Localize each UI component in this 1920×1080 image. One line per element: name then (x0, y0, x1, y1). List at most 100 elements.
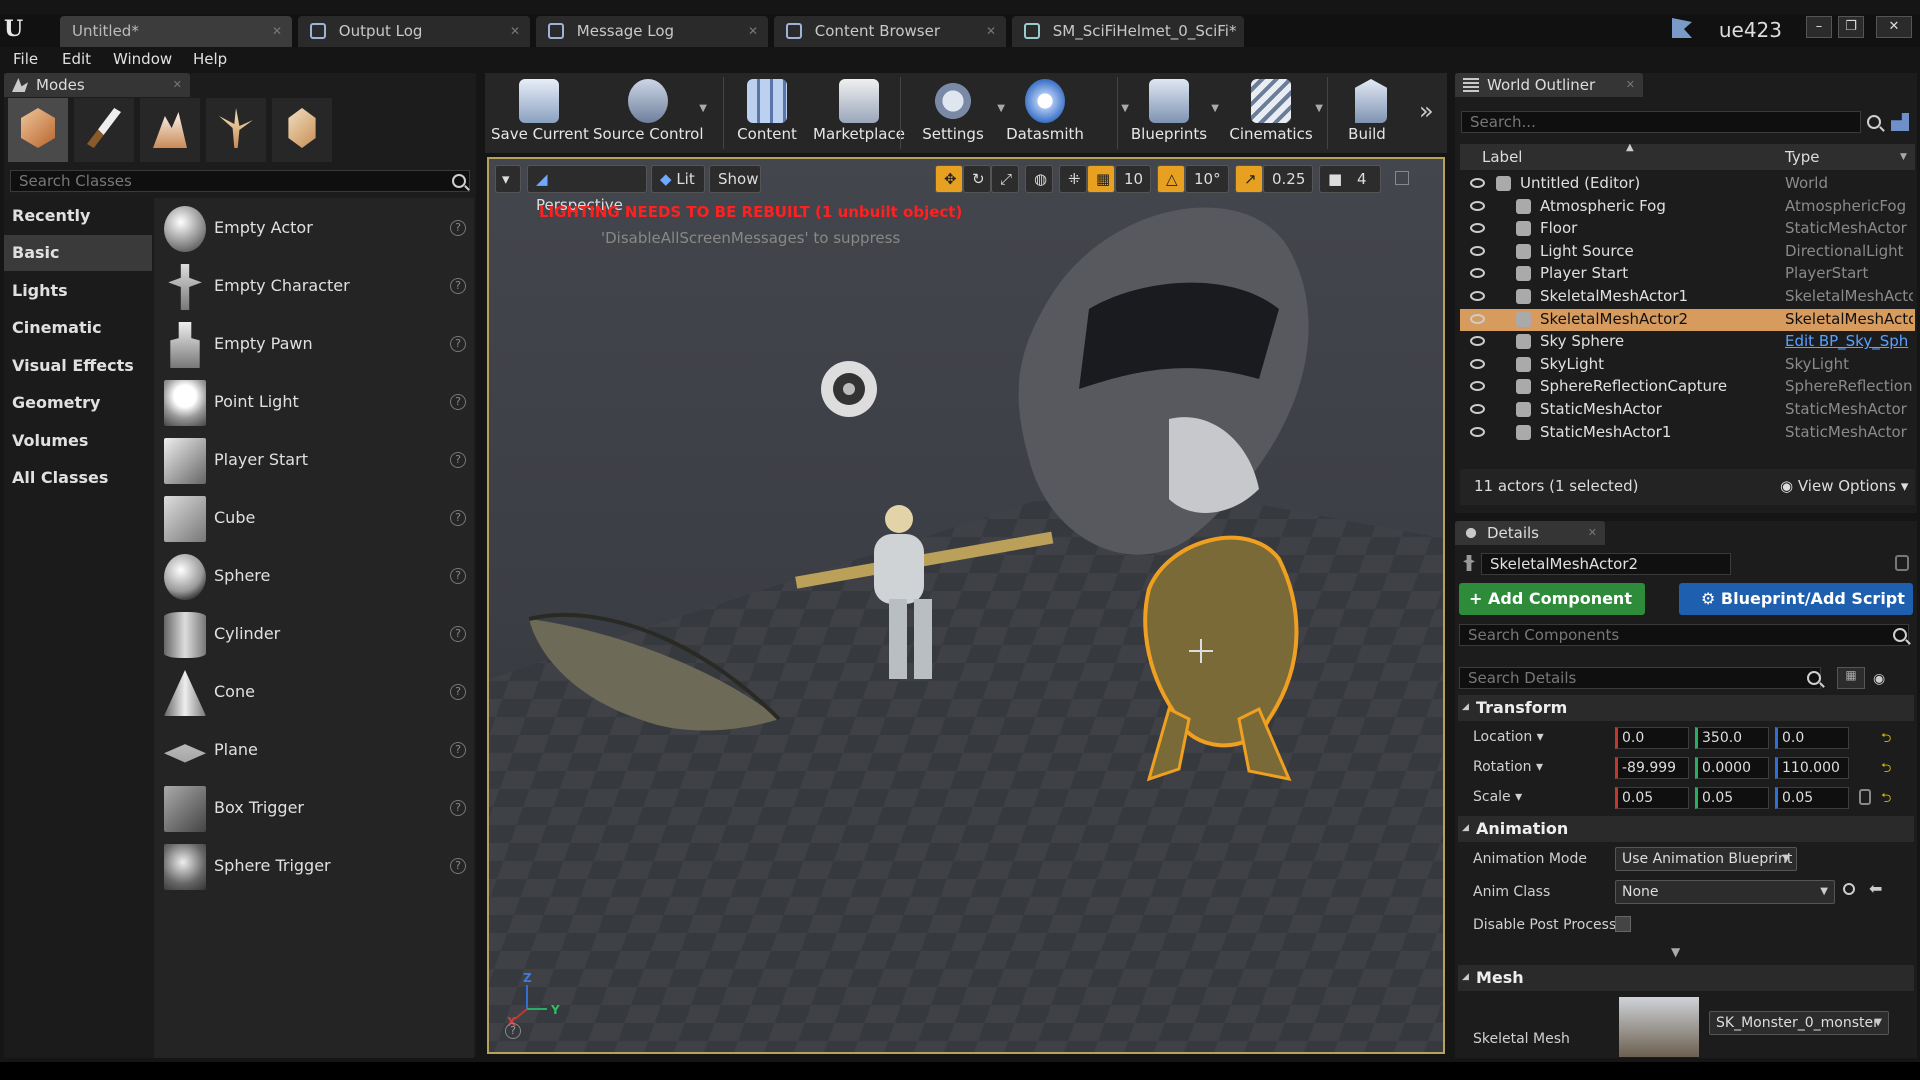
outliner-row[interactable]: Untitled (Editor) World (1460, 173, 1915, 195)
visibility-eye-icon[interactable] (1470, 200, 1485, 211)
search-icon[interactable] (452, 174, 466, 188)
view-options-button[interactable]: ◉ View Options ▾ (1780, 477, 1908, 495)
landscape-mode-button[interactable] (140, 98, 200, 162)
tab-world-outliner[interactable]: World Outliner ✕ (1455, 73, 1643, 97)
close-window-button[interactable]: ✕ (1876, 16, 1912, 38)
expand-advanced-icon[interactable]: ▼ (1671, 945, 1680, 959)
close-icon[interactable]: ✕ (1588, 521, 1597, 545)
feedback-icon[interactable] (1672, 18, 1692, 38)
help-icon[interactable]: ? (450, 394, 466, 410)
list-item[interactable]: Point Light ? (154, 374, 474, 432)
list-item[interactable]: Sphere Trigger ? (154, 838, 474, 896)
maximize-viewport-icon[interactable] (1395, 171, 1409, 185)
blueprints-button[interactable]: Blueprints ▼ (1123, 73, 1219, 153)
tab-level-untitled[interactable]: Untitled* ✕ (60, 16, 292, 47)
scale-snap-icon[interactable]: ↗ (1235, 165, 1263, 193)
chevron-down-icon[interactable]: ▼ (1900, 152, 1907, 162)
rotation-snap-value[interactable]: 10° (1185, 165, 1229, 193)
search-icon[interactable] (1867, 115, 1881, 129)
add-component-button[interactable]: + Add Component ▼ (1459, 583, 1645, 639)
location-z-field[interactable]: 0.0 (1775, 727, 1849, 749)
location-y-field[interactable]: 350.0 (1695, 727, 1769, 749)
help-icon[interactable]: ? (450, 858, 466, 874)
level-viewport[interactable]: Z X Y ? ▾ ◢ Perspective ◆ Lit Show ✥ ↻ ⤢… (487, 157, 1445, 1054)
close-icon[interactable]: ✕ (173, 73, 182, 97)
search-icon[interactable] (1893, 628, 1907, 642)
minimize-button[interactable]: – (1806, 16, 1832, 38)
outliner-row[interactable]: Floor StaticMeshActor (1460, 218, 1915, 240)
datasmith-button[interactable]: Datasmith ▼ (993, 73, 1129, 153)
row-type[interactable]: Edit BP_Sky_Sph (1785, 332, 1913, 350)
location-label[interactable]: Location ▾ (1473, 729, 1544, 745)
tab-content-browser[interactable]: Content Browser ✕ (774, 16, 1006, 47)
cinematics-button[interactable]: Cinematics ▼ (1223, 73, 1323, 153)
search-icon[interactable] (1807, 671, 1821, 685)
column-type[interactable]: Type (1785, 148, 1819, 166)
close-icon[interactable]: ✕ (272, 16, 282, 46)
visibility-eye-icon[interactable] (1470, 313, 1485, 324)
visibility-eye-icon[interactable] (1470, 178, 1485, 188)
category-basic[interactable]: Basic (4, 235, 152, 271)
outliner-row[interactable]: StaticMeshActor1 StaticMeshActor (1460, 422, 1915, 444)
rotate-tool-icon[interactable]: ↻ (963, 165, 991, 193)
translate-tool-icon[interactable]: ✥ (935, 165, 963, 193)
rotation-z-field[interactable]: 110.000 (1775, 757, 1849, 779)
help-icon[interactable]: ? (450, 626, 466, 642)
lock-scale-icon[interactable] (1859, 789, 1871, 805)
grid-snap-icon[interactable]: ▦ (1087, 165, 1115, 193)
outliner-row[interactable]: SkyLight SkyLight (1460, 354, 1915, 376)
search-components-input[interactable]: Search Components (1459, 624, 1909, 646)
transform-section[interactable]: Transform (1458, 694, 1914, 721)
help-icon[interactable]: ? (450, 510, 466, 526)
list-item[interactable]: Box Trigger ? (154, 780, 474, 838)
mesh-thumbnail[interactable] (1619, 997, 1699, 1057)
paint-mode-button[interactable] (74, 98, 134, 162)
actor-name-field[interactable]: SkeletalMeshActor2 (1481, 553, 1731, 575)
anim-class-dropdown[interactable]: None (1615, 880, 1835, 904)
outliner-row[interactable]: SkeletalMeshActor1 SkeletalMeshActo (1460, 286, 1915, 308)
category-lights[interactable]: Lights (4, 273, 152, 309)
expand-toolbar-icon[interactable]: » (1419, 97, 1434, 125)
help-icon[interactable]: ? (450, 452, 466, 468)
list-item[interactable]: Plane ? (154, 722, 474, 780)
visibility-eye-icon[interactable] (1470, 381, 1485, 392)
outliner-row[interactable]: Player Start PlayerStart (1460, 263, 1915, 285)
list-item[interactable]: Empty Character ? (154, 258, 474, 316)
animation-mode-dropdown[interactable]: Use Animation Blueprint (1615, 847, 1797, 871)
mesh-section[interactable]: Mesh (1458, 964, 1914, 991)
list-item[interactable]: Empty Pawn ? (154, 316, 474, 374)
close-icon[interactable]: ✕ (510, 16, 520, 46)
search-details-input[interactable]: Search Details (1459, 667, 1821, 689)
column-label[interactable]: Label (1482, 148, 1522, 166)
menu-file[interactable]: File (13, 50, 38, 68)
help-icon[interactable]: ? (450, 568, 466, 584)
category-visual-effects[interactable]: Visual Effects (4, 348, 152, 384)
visibility-eye-icon[interactable] (1470, 291, 1485, 301)
reset-arrow-icon[interactable]: ⮌ (1881, 729, 1891, 751)
visibility-eye-icon[interactable] (1470, 268, 1485, 279)
save-current-button[interactable]: Save Current (491, 73, 589, 153)
category-cinematic[interactable]: Cinematic (4, 310, 152, 346)
tab-details[interactable]: Details ✕ (1455, 521, 1605, 545)
category-volumes[interactable]: Volumes (4, 423, 152, 459)
rotation-y-field[interactable]: 0.0000 (1695, 757, 1769, 779)
eye-icon[interactable]: ◉ (1873, 671, 1885, 687)
help-icon[interactable]: ? (505, 1023, 521, 1039)
rotation-snap-icon[interactable]: △ (1157, 165, 1185, 193)
content-button[interactable]: Content (727, 73, 807, 153)
list-item[interactable]: Player Start ? (154, 432, 474, 490)
show-button[interactable]: Show (709, 165, 761, 193)
outliner-row[interactable]: Sky Sphere Edit BP_Sky_Sph (1460, 331, 1915, 353)
outliner-row[interactable]: Light Source DirectionalLight (1460, 241, 1915, 263)
menu-edit[interactable]: Edit (62, 50, 91, 68)
scale-label[interactable]: Scale ▾ (1473, 789, 1522, 805)
surface-snap-icon[interactable]: ⁜ (1059, 165, 1087, 193)
outliner-search-input[interactable]: Search... (1461, 111, 1861, 133)
tab-message-log[interactable]: Message Log ✕ (536, 16, 768, 47)
disable-post-process-checkbox[interactable] (1615, 916, 1631, 932)
outliner-row[interactable]: Atmospheric Fog AtmosphericFog (1460, 196, 1915, 218)
browse-icon[interactable] (1843, 883, 1855, 895)
unreal-logo-icon[interactable]: U (4, 16, 30, 44)
dropdown-arrow-icon[interactable]: ▼ (1211, 103, 1219, 114)
source-control-button[interactable]: Source Control ▼ (593, 73, 707, 153)
